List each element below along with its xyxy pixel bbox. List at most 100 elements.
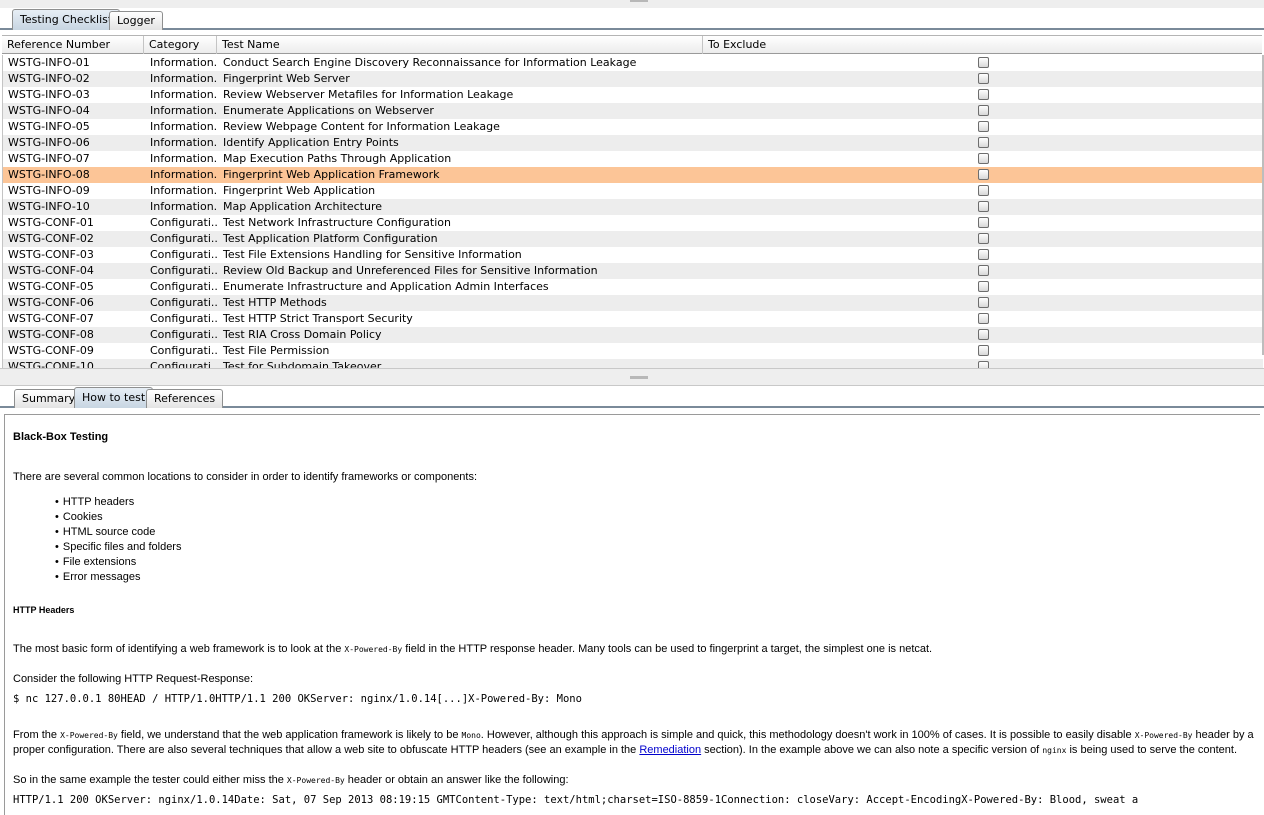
column-header-to-exclude[interactable]: To Exclude: [703, 36, 1262, 54]
exclude-checkbox[interactable]: [978, 201, 989, 212]
column-header-test-name[interactable]: Test Name: [217, 36, 703, 54]
paragraph: Consider the following HTTP Request-Resp…: [13, 673, 254, 685]
cell-category: Configurati...: [150, 280, 218, 293]
cell-category: Configurati...: [150, 344, 218, 357]
cell-reference-number: WSTG-CONF-07: [8, 312, 94, 325]
cell-test-name: Enumerate Infrastructure and Application…: [223, 280, 549, 293]
cell-category: Information...: [150, 72, 218, 85]
cell-reference-number: WSTG-CONF-01: [8, 216, 94, 229]
exclude-checkbox[interactable]: [978, 57, 989, 68]
exclude-checkbox[interactable]: [978, 153, 989, 164]
exclude-checkbox[interactable]: [978, 265, 989, 276]
cell-category: Configurati...: [150, 264, 218, 277]
cell-category: Configurati...: [150, 216, 218, 229]
cell-category: Configurati...: [150, 232, 218, 245]
splitter-grip[interactable]: [630, 0, 648, 2]
table-row[interactable]: WSTG-CONF-02 Configurati... Test Applicati…: [3, 231, 1263, 247]
cell-reference-number: WSTG-INFO-05: [8, 120, 90, 133]
table-row[interactable]: WSTG-CONF-09 Configurati... Test File Perm…: [3, 343, 1263, 359]
table-row[interactable]: WSTG-CONF-05 Configurati... Enumerate Infr…: [3, 279, 1263, 295]
table-row[interactable]: WSTG-INFO-07 Information... Map Execution …: [3, 151, 1263, 167]
list-item: File extensions: [53, 555, 181, 570]
code-block: $ nc 127.0.0.1 80HEAD / HTTP/1.0HTTP/1.1…: [13, 693, 582, 705]
cell-test-name: Test for Subdomain Takeover: [223, 360, 382, 368]
cell-test-name: Test Network Infrastructure Configuratio…: [223, 216, 451, 229]
column-header-category[interactable]: Category: [144, 36, 217, 54]
paragraph: proper configuration. There are also sev…: [13, 744, 1238, 756]
table-row[interactable]: WSTG-CONF-03 Configurati... Test File Exte…: [3, 247, 1263, 263]
table-row[interactable]: WSTG-INFO-06 Information... Identify Appli…: [3, 135, 1263, 151]
cell-category: Configurati...: [150, 312, 218, 325]
top-title-strip: [0, 0, 1264, 8]
column-header-reference-number[interactable]: Reference Number: [2, 36, 144, 54]
exclude-checkbox[interactable]: [978, 105, 989, 116]
exclude-checkbox[interactable]: [978, 217, 989, 228]
split-pane-divider[interactable]: [0, 368, 1264, 386]
tab-testing-checklist[interactable]: Testing Checklist: [12, 9, 121, 30]
tab-how-to-test[interactable]: How to test: [74, 387, 154, 408]
exclude-checkbox[interactable]: [978, 233, 989, 244]
cell-test-name: Enumerate Applications on Webserver: [223, 104, 434, 117]
exclude-checkbox[interactable]: [978, 329, 989, 340]
cell-test-name: Test File Extensions Handling for Sensit…: [223, 248, 522, 261]
table-row[interactable]: WSTG-CONF-08 Configurati... Test RIA Cross…: [3, 327, 1263, 343]
exclude-checkbox[interactable]: [978, 249, 989, 260]
cell-category: Information...: [150, 168, 218, 181]
table-row[interactable]: WSTG-INFO-03 Information... Review Webserv…: [3, 87, 1263, 103]
table-row[interactable]: WSTG-CONF-10 Configurati... Test for Subdo…: [3, 359, 1263, 368]
cell-reference-number: WSTG-INFO-02: [8, 72, 90, 85]
table-row[interactable]: WSTG-CONF-01 Configurati... Test Network I…: [3, 215, 1263, 231]
cell-test-name: Map Application Architecture: [223, 200, 383, 213]
exclude-checkbox[interactable]: [978, 121, 989, 132]
cell-test-name: Conduct Search Engine Discovery Reconnai…: [223, 56, 637, 69]
table-row[interactable]: WSTG-INFO-10 Information... Map Applicatio…: [3, 199, 1263, 215]
cell-reference-number: WSTG-CONF-05: [8, 280, 94, 293]
table-row[interactable]: WSTG-INFO-04 Information... Enumerate Appl…: [3, 103, 1263, 119]
list-item: Error messages: [53, 570, 181, 585]
exclude-checkbox[interactable]: [978, 313, 989, 324]
table-row[interactable]: WSTG-INFO-05 Information... Review Webpage…: [3, 119, 1263, 135]
locations-list: HTTP headers Cookies HTML source code Sp…: [53, 495, 182, 585]
cell-test-name: Review Webpage Content for Information L…: [223, 120, 500, 133]
list-item: HTTP headers: [53, 495, 181, 510]
exclude-checkbox[interactable]: [978, 297, 989, 308]
table-row[interactable]: WSTG-INFO-02 Information... Fingerprint We…: [3, 71, 1263, 87]
exclude-checkbox[interactable]: [978, 169, 989, 180]
paragraph: So in the same example the tester could …: [13, 774, 569, 786]
exclude-checkbox[interactable]: [978, 361, 989, 368]
cell-test-name: Review Webserver Metafiles for Informati…: [223, 88, 514, 101]
cell-reference-number: WSTG-CONF-06: [8, 296, 94, 309]
exclude-checkbox[interactable]: [978, 281, 989, 292]
exclude-checkbox[interactable]: [978, 137, 989, 148]
detail-tabbar: Summary How to test References: [0, 386, 1264, 408]
table-row[interactable]: WSTG-CONF-04 Configurati... Review Old Bac…: [3, 263, 1263, 279]
tab-logger[interactable]: Logger: [109, 11, 163, 30]
cell-test-name: Test File Permission: [223, 344, 330, 357]
cell-category: Configurati...: [150, 248, 218, 261]
table-row[interactable]: WSTG-INFO-09 Information... Fingerprint We…: [3, 183, 1263, 199]
code-block: HTTP/1.1 200 OKServer: nginx/1.0.14Date:…: [13, 794, 1139, 806]
cell-reference-number: WSTG-INFO-07: [8, 152, 90, 165]
exclude-checkbox[interactable]: [978, 73, 989, 84]
cell-reference-number: WSTG-CONF-10: [8, 360, 94, 368]
tab-summary[interactable]: Summary: [14, 389, 84, 408]
exclude-checkbox[interactable]: [978, 185, 989, 196]
cell-category: Information...: [150, 88, 218, 101]
tab-references[interactable]: References: [146, 389, 224, 408]
table-row[interactable]: WSTG-INFO-01 Information... Conduct Search…: [3, 55, 1263, 71]
exclude-checkbox[interactable]: [978, 345, 989, 356]
cell-category: Information...: [150, 120, 218, 133]
exclude-checkbox[interactable]: [978, 89, 989, 100]
cell-test-name: Fingerprint Web Application: [223, 184, 376, 197]
cell-reference-number: WSTG-INFO-04: [8, 104, 90, 117]
table-row[interactable]: WSTG-CONF-06 Configurati... Test HTTP Meth…: [3, 295, 1263, 311]
table-row[interactable]: WSTG-CONF-07 Configurati... Test HTTP Stri…: [3, 311, 1263, 327]
cell-reference-number: WSTG-INFO-06: [8, 136, 90, 149]
cell-test-name: Test Application Platform Configuration: [223, 232, 438, 245]
remediation-link[interactable]: Remediation: [639, 744, 701, 756]
splitter-grip[interactable]: [630, 376, 648, 379]
how-to-test-content: Black-Box Testing There are several comm…: [4, 414, 1260, 815]
cell-category: Configurati...: [150, 296, 218, 309]
cell-reference-number: WSTG-INFO-09: [8, 184, 90, 197]
table-row[interactable]: WSTG-INFO-08 Information... Fingerprint We…: [3, 167, 1263, 183]
